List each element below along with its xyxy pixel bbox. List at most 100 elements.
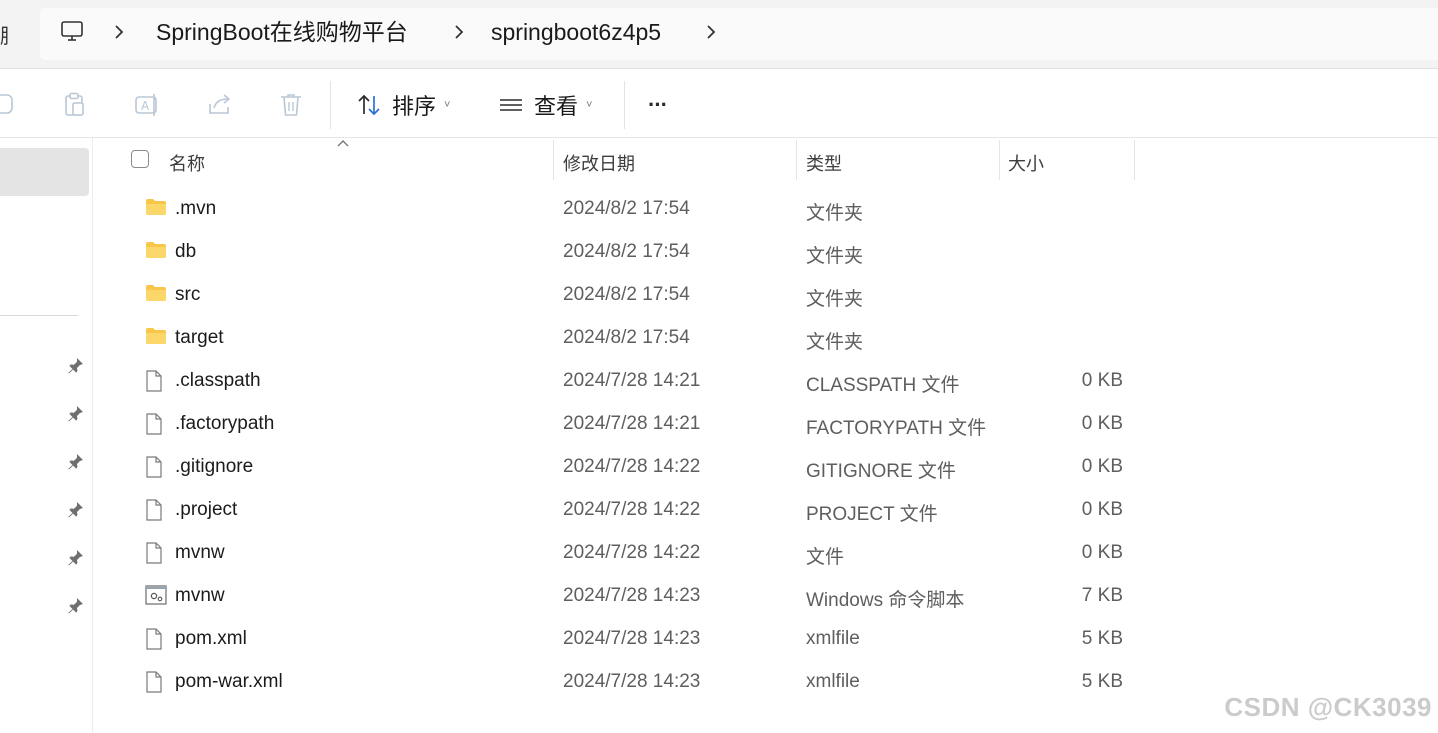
file-icon xyxy=(145,542,163,569)
file-size: 0 KB xyxy=(1081,542,1123,563)
sort-icon xyxy=(358,94,380,116)
file-type: 文件夹 xyxy=(806,203,864,224)
copy-icon[interactable] xyxy=(0,92,16,116)
file-icon xyxy=(145,456,163,483)
file-modified-date: 2024/7/28 14:22 xyxy=(563,542,701,563)
file-modified-date: 2024/7/28 14:23 xyxy=(563,628,701,649)
view-button[interactable]: 查看 ˅ xyxy=(498,91,592,119)
folder-icon xyxy=(145,327,167,350)
file-type: GITIGNORE 文件 xyxy=(806,461,956,482)
file-name: db xyxy=(175,241,197,262)
pin-icon[interactable] xyxy=(67,500,85,518)
file-icon xyxy=(145,413,163,440)
file-name: .gitignore xyxy=(175,456,254,477)
svg-text:A: A xyxy=(141,99,150,113)
file-row[interactable]: mvnw 2024/7/28 14:23 Windows 命令脚本 7 KB xyxy=(93,575,1438,618)
file-row[interactable]: target 2024/8/2 17:54 文件夹 xyxy=(93,317,1438,360)
column-header-name[interactable]: 名称 xyxy=(169,150,205,176)
file-modified-date: 2024/7/28 14:23 xyxy=(563,671,701,692)
this-pc-icon[interactable] xyxy=(60,19,84,43)
more-options-icon[interactable]: ··· xyxy=(648,91,668,119)
file-type: 文件夹 xyxy=(806,332,864,353)
address-bar-area: 脂 SpringBoot在线购物平台 springboot6z4p5 xyxy=(0,0,1438,69)
file-modified-date: 2024/8/2 17:54 xyxy=(563,241,690,262)
file-name: .mvn xyxy=(175,198,217,219)
chevron-right-icon[interactable] xyxy=(112,22,126,42)
file-name: .classpath xyxy=(175,370,261,391)
file-icon xyxy=(145,628,163,655)
file-name: pom-war.xml xyxy=(175,671,283,692)
column-header-type[interactable]: 类型 xyxy=(806,150,842,176)
file-row[interactable]: src 2024/8/2 17:54 文件夹 xyxy=(93,274,1438,317)
file-size: 5 KB xyxy=(1081,628,1123,649)
command-bar: A 排序 ˅ 查看 ˅ ··· xyxy=(0,69,1438,138)
share-icon[interactable] xyxy=(206,92,234,118)
file-type: 文件夹 xyxy=(806,246,864,267)
column-separator[interactable] xyxy=(553,140,554,180)
sort-label: 排序 xyxy=(392,94,437,119)
select-all-checkbox[interactable] xyxy=(131,150,149,168)
file-row[interactable]: .mvn 2024/8/2 17:54 文件夹 xyxy=(93,188,1438,231)
pin-icon[interactable] xyxy=(67,548,85,566)
sort-button[interactable]: 排序 ˅ xyxy=(356,91,450,119)
pin-icon[interactable] xyxy=(67,596,85,614)
column-separator[interactable] xyxy=(999,140,1000,180)
sort-ascending-icon xyxy=(337,140,349,147)
toolbar-separator xyxy=(330,81,331,129)
pin-icon[interactable] xyxy=(67,452,85,470)
delete-icon[interactable] xyxy=(279,92,303,118)
file-name: mvnw xyxy=(175,542,225,563)
script-icon xyxy=(145,585,167,610)
file-row[interactable]: db 2024/8/2 17:54 文件夹 xyxy=(93,231,1438,274)
file-modified-date: 2024/7/28 14:22 xyxy=(563,456,701,477)
breadcrumb-folder[interactable]: springboot6z4p5 xyxy=(491,17,661,47)
file-modified-date: 2024/7/28 14:23 xyxy=(563,585,701,606)
file-size: 0 KB xyxy=(1081,499,1123,520)
folder-icon xyxy=(145,241,167,264)
file-name: .project xyxy=(175,499,238,520)
file-type: CLASSPATH 文件 xyxy=(806,375,960,396)
file-icon xyxy=(145,671,163,698)
file-type: 文件夹 xyxy=(806,289,864,310)
file-name: target xyxy=(175,327,224,348)
view-list-icon xyxy=(500,99,522,111)
file-row[interactable]: .factorypath 2024/7/28 14:21 FACTORYPATH 文… xyxy=(93,403,1438,446)
file-name: pom.xml xyxy=(175,628,247,649)
column-header-size[interactable]: 大小 xyxy=(1008,150,1044,176)
file-row[interactable]: .gitignore 2024/7/28 14:22 GITIGNORE 文件 0 K… xyxy=(93,446,1438,489)
rename-icon[interactable]: A xyxy=(134,92,162,118)
file-row[interactable]: mvnw 2024/7/28 14:22 文件 0 KB xyxy=(93,532,1438,575)
column-header-date[interactable]: 修改日期 xyxy=(563,150,635,176)
breadcrumb-project[interactable]: SpringBoot在线购物平台 xyxy=(156,17,408,47)
file-list: 名称 修改日期 类型 大小 .mvn 2024/8/2 17:54 文件夹 db 202… xyxy=(93,138,1438,733)
file-row[interactable]: .classpath 2024/7/28 14:21 CLASSPATH 文件 0 K… xyxy=(93,360,1438,403)
column-separator[interactable] xyxy=(796,140,797,180)
file-size: 0 KB xyxy=(1081,413,1123,434)
column-header-row: 名称 修改日期 类型 大小 xyxy=(93,138,1438,182)
toolbar-separator xyxy=(624,81,625,129)
file-row[interactable]: pom.xml 2024/7/28 14:23 xmlfile 5 KB xyxy=(93,618,1438,661)
cut-off-text: 脂 xyxy=(0,20,8,49)
file-name: .factorypath xyxy=(175,413,275,434)
chevron-right-icon[interactable] xyxy=(704,22,718,42)
watermark: CSDN @CK3039 xyxy=(1224,692,1432,722)
file-size: 5 KB xyxy=(1081,671,1123,692)
file-size: 7 KB xyxy=(1081,585,1123,606)
file-type: PROJECT 文件 xyxy=(806,504,938,525)
nav-divider xyxy=(0,315,78,316)
pin-icon[interactable] xyxy=(67,356,85,374)
file-modified-date: 2024/8/2 17:54 xyxy=(563,198,690,219)
file-icon xyxy=(145,370,163,397)
file-size: 0 KB xyxy=(1081,456,1123,477)
file-size: 0 KB xyxy=(1081,370,1123,391)
folder-icon xyxy=(145,198,167,221)
paste-icon[interactable] xyxy=(62,92,88,118)
file-row[interactable]: .project 2024/7/28 14:22 PROJECT 文件 0 KB xyxy=(93,489,1438,532)
file-modified-date: 2024/7/28 14:21 xyxy=(563,370,701,391)
pin-icon[interactable] xyxy=(67,404,85,422)
nav-item-selected[interactable] xyxy=(0,148,89,196)
chevron-right-icon[interactable] xyxy=(452,22,466,42)
column-separator[interactable] xyxy=(1134,140,1135,180)
file-type: xmlfile xyxy=(806,628,860,649)
chevron-down-icon: ˅ xyxy=(586,99,593,111)
